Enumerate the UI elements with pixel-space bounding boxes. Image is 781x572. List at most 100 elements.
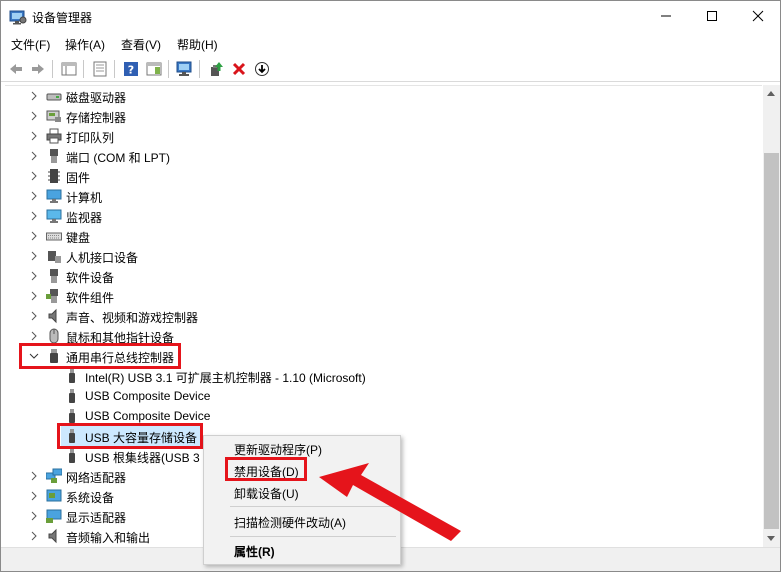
forward-icon[interactable]	[27, 58, 49, 80]
close-button[interactable]	[735, 1, 780, 31]
tree-item-label: 打印队列	[66, 131, 115, 145]
usb-device-icon	[64, 428, 80, 444]
tree-item-usb-device[interactable]: USB Composite Device	[5, 406, 762, 426]
tree-item-label: 网络适配器	[66, 471, 127, 485]
chevron-right-icon[interactable]	[28, 310, 40, 322]
port-icon	[46, 148, 62, 164]
scroll-down-icon[interactable]	[767, 536, 775, 541]
help-icon[interactable]: ?	[120, 58, 142, 80]
chevron-right-icon[interactable]	[28, 170, 40, 182]
properties-icon[interactable]	[89, 58, 111, 80]
keyboard-icon	[46, 228, 62, 244]
tree-item-label: 系统设备	[66, 491, 115, 505]
chevron-right-icon[interactable]	[28, 470, 40, 482]
menu-view[interactable]: 查看(V)	[121, 36, 161, 53]
chevron-right-icon[interactable]	[28, 490, 40, 502]
tree-item-label: USB 大容量存储设备	[85, 431, 198, 445]
menu-action[interactable]: 操作(A)	[65, 36, 105, 53]
menu-help[interactable]: 帮助(H)	[177, 36, 218, 53]
hid-icon	[46, 248, 62, 264]
tree-item-storage-controllers[interactable]: 存储控制器	[5, 106, 762, 126]
title-bar: 设备管理器	[1, 1, 780, 32]
menu-file[interactable]: 文件(F)	[11, 36, 50, 53]
tree-item-label: 音频输入和输出	[66, 531, 151, 545]
system-device-icon	[46, 488, 62, 504]
scan-hardware-icon[interactable]	[174, 58, 196, 80]
network-adapter-icon	[45, 468, 63, 484]
tree-item-label: USB 根集线器(USB 3	[85, 451, 200, 465]
chevron-right-icon[interactable]	[28, 150, 40, 162]
usb-device-icon	[64, 448, 80, 464]
software-device-icon	[46, 268, 62, 284]
show-hide-console-tree-icon[interactable]	[58, 58, 80, 80]
storage-controller-icon	[46, 108, 62, 124]
tree-item-label: 端口 (COM 和 LPT)	[66, 151, 170, 165]
back-icon[interactable]	[5, 58, 27, 80]
uninstall-device-icon[interactable]	[228, 58, 250, 80]
toolbar-separator	[199, 60, 200, 78]
chevron-right-icon[interactable]	[28, 510, 40, 522]
chevron-right-icon[interactable]	[28, 230, 40, 242]
tree-item-computer[interactable]: 计算机	[5, 186, 762, 206]
toolbar-separator	[168, 60, 169, 78]
tree-item-usb-device[interactable]: USB Composite Device	[5, 386, 762, 406]
tree-item-mice[interactable]: 鼠标和其他指针设备	[5, 326, 762, 346]
tree-item-label: USB Composite Device	[85, 389, 211, 403]
svg-text:?: ?	[128, 64, 134, 77]
menu-bar: 文件(F) 操作(A) 查看(V) 帮助(H)	[1, 32, 780, 54]
chevron-right-icon[interactable]	[28, 290, 40, 302]
software-component-icon	[46, 288, 62, 304]
tree-item-usb-controllers[interactable]: 通用串行总线控制器	[5, 346, 762, 366]
tree-item-ports[interactable]: 端口 (COM 和 LPT)	[5, 146, 762, 166]
chevron-right-icon[interactable]	[28, 210, 40, 222]
usb-device-icon	[64, 408, 80, 424]
menu-item-properties[interactable]: 属性(R)	[234, 543, 275, 560]
vertical-scrollbar[interactable]	[763, 85, 780, 547]
chevron-down-icon[interactable]	[28, 350, 40, 362]
tree-item-keyboards[interactable]: 键盘	[5, 226, 762, 246]
annotation-arrow-icon	[319, 463, 461, 541]
chevron-right-icon[interactable]	[28, 190, 40, 202]
tree-item-software-components[interactable]: 软件组件	[5, 286, 762, 306]
tree-item-label: 声音、视频和游戏控制器	[66, 311, 199, 325]
chevron-right-icon[interactable]	[28, 250, 40, 262]
update-driver-icon[interactable]	[205, 58, 227, 80]
chevron-right-icon[interactable]	[28, 90, 40, 102]
scrollbar-thumb[interactable]	[764, 153, 779, 529]
tree-item-sound-video-game[interactable]: 声音、视频和游戏控制器	[5, 306, 762, 326]
tree-item-label: 固件	[66, 171, 91, 185]
chevron-right-icon[interactable]	[28, 330, 40, 342]
minimize-button[interactable]	[643, 1, 689, 31]
enable-device-icon[interactable]	[251, 58, 273, 80]
tree-item-label: 显示适配器	[66, 511, 127, 525]
maximize-button[interactable]	[689, 1, 735, 31]
computer-icon	[46, 188, 62, 204]
tree-item-usb-device[interactable]: Intel(R) USB 3.1 可扩展主机控制器 - 1.10 (Micros…	[5, 366, 762, 386]
monitor-icon	[46, 208, 62, 224]
tree-item-software-devices[interactable]: 软件设备	[5, 266, 762, 286]
usb-icon	[46, 348, 62, 364]
usb-device-icon	[64, 388, 80, 404]
chevron-right-icon[interactable]	[28, 270, 40, 282]
chevron-right-icon[interactable]	[28, 130, 40, 142]
menu-item-uninstall-device[interactable]: 卸载设备(U)	[234, 485, 299, 502]
tree-item-label: 监视器	[66, 211, 103, 225]
tree-item-label: 人机接口设备	[66, 251, 139, 265]
device-manager-window: 设备管理器 文件(F) 操作(A) 查看(V) 帮助(H) ? 磁盘驱动器 存储…	[0, 0, 781, 572]
menu-item-update-driver[interactable]: 更新驱动程序(P)	[234, 441, 322, 458]
tree-item-label: 通用串行总线控制器	[66, 351, 175, 365]
chevron-right-icon[interactable]	[28, 110, 40, 122]
view-icon[interactable]	[143, 58, 165, 80]
firmware-icon	[46, 168, 62, 184]
tree-item-disk-drives[interactable]: 磁盘驱动器	[5, 86, 762, 106]
tree-item-firmware[interactable]: 固件	[5, 166, 762, 186]
tree-item-monitors[interactable]: 监视器	[5, 206, 762, 226]
tree-item-hid[interactable]: 人机接口设备	[5, 246, 762, 266]
toolbar-separator	[52, 60, 53, 78]
scroll-up-icon[interactable]	[767, 91, 775, 96]
tree-item-print-queues[interactable]: 打印队列	[5, 126, 762, 146]
device-manager-app-icon	[9, 9, 27, 25]
tree-item-label: 计算机	[66, 191, 103, 205]
chevron-right-icon[interactable]	[28, 530, 40, 542]
menu-item-disable-device[interactable]: 禁用设备(D)	[234, 463, 299, 480]
